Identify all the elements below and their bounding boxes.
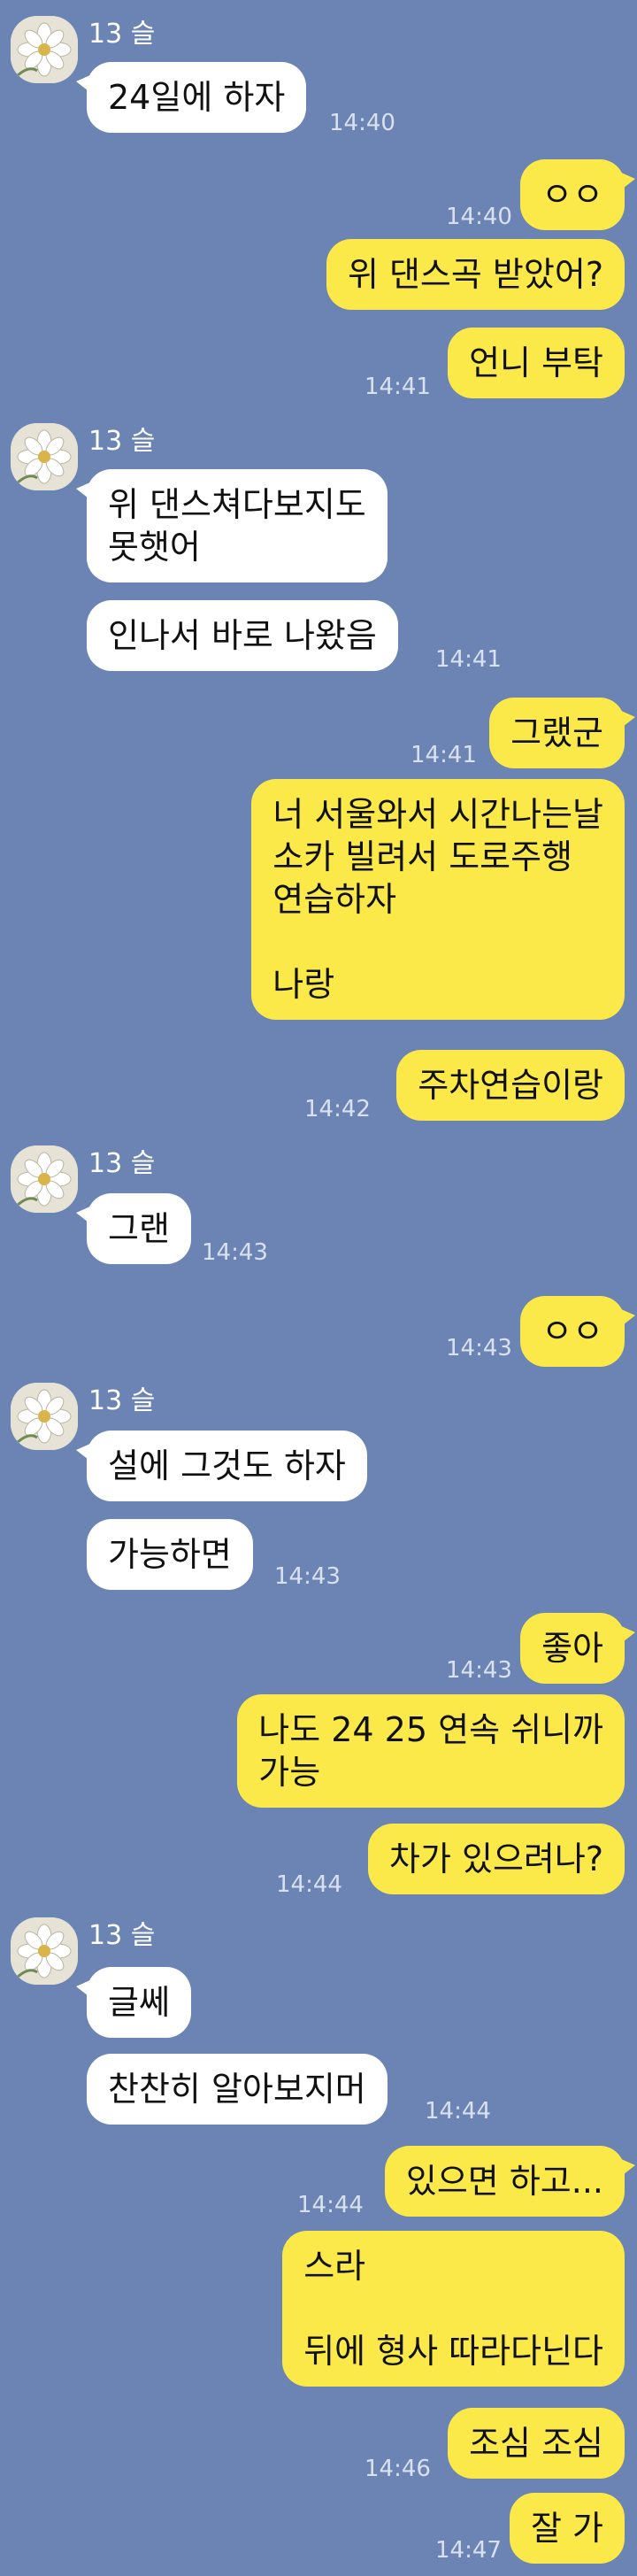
timestamp: 14:46 xyxy=(365,2456,431,2482)
timestamp: 14:44 xyxy=(297,2192,364,2218)
timestamp: 14:40 xyxy=(329,110,395,136)
sender-name: 13 슬 xyxy=(88,1920,156,1951)
message-bubble: 주차연습이랑 xyxy=(396,1050,625,1121)
avatar[interactable] xyxy=(11,1383,78,1450)
timestamp: 14:43 xyxy=(446,1335,512,1361)
message-bubble: 스라 뒤에 형사 따라다닌다 xyxy=(282,2231,625,2387)
timestamp: 14:44 xyxy=(425,2098,491,2125)
message-bubble: 그랬군 xyxy=(489,698,635,768)
avatar[interactable] xyxy=(11,1145,78,1213)
timestamp: 14:41 xyxy=(365,374,431,400)
flower-icon xyxy=(11,423,78,490)
flower-icon xyxy=(11,1145,78,1213)
message-bubble: 조심 조심 xyxy=(448,2408,625,2479)
message-bubble: 언니 부탁 xyxy=(448,328,625,398)
message-bubble: 위 댄스쳐다보지도 못햇어 xyxy=(76,469,388,582)
message-bubble: 가능하면 xyxy=(87,1519,253,1590)
message-bubble: 24일에 하자 xyxy=(75,62,307,133)
sender-name: 13 슬 xyxy=(88,19,156,50)
sender-name: 13 슬 xyxy=(88,426,156,457)
timestamp: 14:41 xyxy=(435,646,502,673)
timestamp: 14:42 xyxy=(304,1096,371,1122)
timestamp: 14:43 xyxy=(202,1239,268,1266)
message-bubble: 잘 가 xyxy=(510,2493,625,2564)
timestamp: 14:43 xyxy=(274,1563,341,1590)
flower-icon xyxy=(11,1383,78,1450)
timestamp: 14:47 xyxy=(435,2537,502,2564)
message-bubble: ㅇㅇ xyxy=(520,1296,635,1367)
message-bubble: 글쎄 xyxy=(76,1967,191,2038)
message-bubble: 너 서울와서 시간나는날 소카 빌려서 도로주행 연습하자 나랑 xyxy=(251,779,625,1020)
timestamp: 14:41 xyxy=(411,742,477,768)
flower-icon xyxy=(11,16,78,83)
avatar[interactable] xyxy=(11,16,78,83)
message-bubble: 인나서 바로 나왔음 xyxy=(87,600,398,671)
message-bubble: 있으면 하고... xyxy=(384,2146,636,2217)
message-bubble: ㅇㅇ xyxy=(520,159,635,230)
sender-name: 13 슬 xyxy=(88,1148,156,1179)
timestamp: 14:40 xyxy=(446,204,512,230)
message-bubble: 찬찬히 알아보지머 xyxy=(87,2054,388,2125)
sender-name: 13 슬 xyxy=(88,1385,156,1416)
message-bubble: 위 댄스곡 받았어? xyxy=(326,239,625,310)
message-bubble: 나도 24 25 연속 쉬니까 가능 xyxy=(237,1694,625,1808)
timestamp: 14:44 xyxy=(276,1871,342,1898)
flower-icon xyxy=(11,1917,78,1985)
avatar[interactable] xyxy=(11,423,78,490)
message-bubble: 그랜 xyxy=(76,1193,191,1264)
avatar[interactable] xyxy=(11,1917,78,1985)
message-bubble: 좋아 xyxy=(520,1613,635,1684)
message-bubble: 차가 있으려나? xyxy=(367,1824,625,1894)
timestamp: 14:43 xyxy=(446,1657,512,1684)
message-bubble: 설에 그것도 하자 xyxy=(76,1431,367,1501)
